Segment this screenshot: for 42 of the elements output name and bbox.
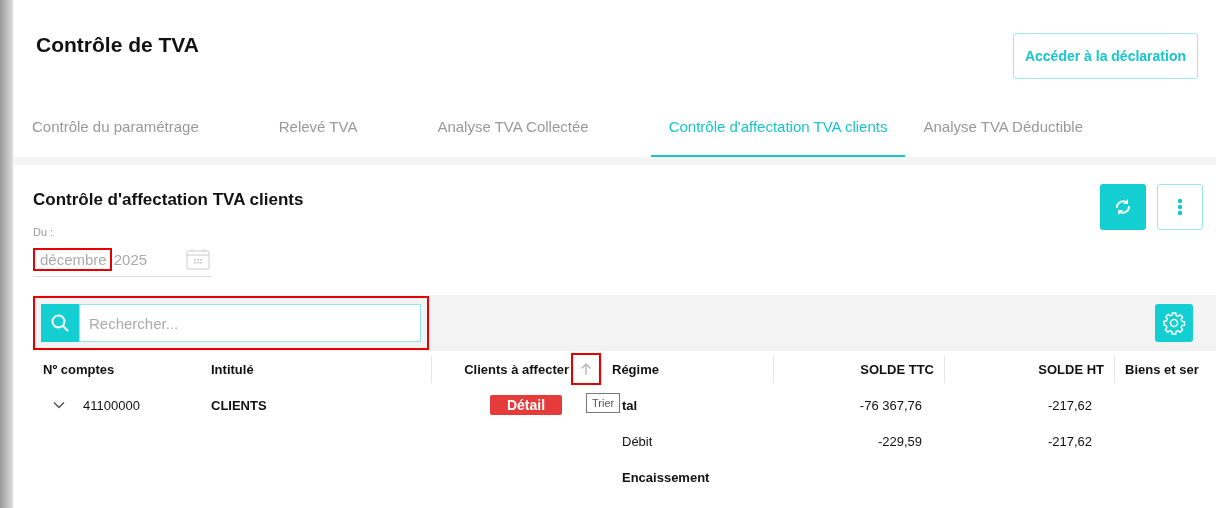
tooltip: Trier — [586, 393, 621, 413]
tab[interactable]: Analyse TVA Collectée — [437, 97, 607, 157]
settings-icon — [1162, 311, 1186, 335]
date-field[interactable]: décembre 2025 — [33, 242, 211, 277]
settings-button[interactable] — [1155, 304, 1193, 342]
column-header: SOLDE HT — [1038, 361, 1104, 377]
arrow-up-icon — [580, 362, 592, 376]
refresh-icon — [1113, 197, 1133, 217]
column-header: Régime — [612, 361, 659, 377]
sort-button[interactable] — [571, 353, 601, 385]
section-title: Contrôle d'affectation TVA clients — [33, 190, 304, 210]
column-header: Clients à affecter — [464, 361, 569, 377]
declaration-button[interactable]: Accéder à la déclaration — [1012, 33, 1198, 79]
tab[interactable]: Relevé TVA — [278, 97, 376, 157]
year-text: 2025 — [113, 250, 148, 268]
column-header: Intitulé — [211, 361, 254, 377]
table-cell: tal — [622, 397, 638, 413]
refresh-button[interactable] — [1100, 184, 1146, 230]
table-cell: -217,62 — [1047, 397, 1092, 413]
column-header: Biens et ser — [1125, 361, 1199, 377]
search-button[interactable] — [41, 304, 79, 342]
table-cell: Débit — [622, 433, 653, 449]
table-cell: CLIENTS — [211, 397, 267, 413]
page-title: Contrôle de TVA — [36, 33, 199, 57]
table-cell: -217,62 — [1047, 433, 1092, 449]
more-button[interactable] — [1157, 184, 1203, 230]
more-icon — [1177, 197, 1183, 217]
column-header: Nº comptes — [43, 361, 115, 377]
table-cell: Encaissement — [622, 469, 710, 485]
detail-badge[interactable]: Détail — [489, 395, 563, 415]
search-field[interactable]: Rechercher... — [79, 304, 421, 342]
table-cell: 41100000 — [83, 397, 140, 413]
date-label: Du : — [33, 226, 55, 238]
tab[interactable]: Analyse TVA Déductible — [923, 97, 1101, 157]
table-cell: -76 367,76 — [859, 397, 922, 413]
calendar-icon[interactable] — [186, 248, 210, 270]
table-cell: -229,59 — [877, 433, 922, 449]
month-text: décembre — [33, 247, 112, 271]
chevron-down-icon[interactable] — [53, 401, 65, 409]
tab[interactable]: Contrôle du paramétrage — [32, 97, 217, 157]
search-icon — [50, 313, 70, 333]
column-header: SOLDE TTC — [860, 361, 934, 377]
